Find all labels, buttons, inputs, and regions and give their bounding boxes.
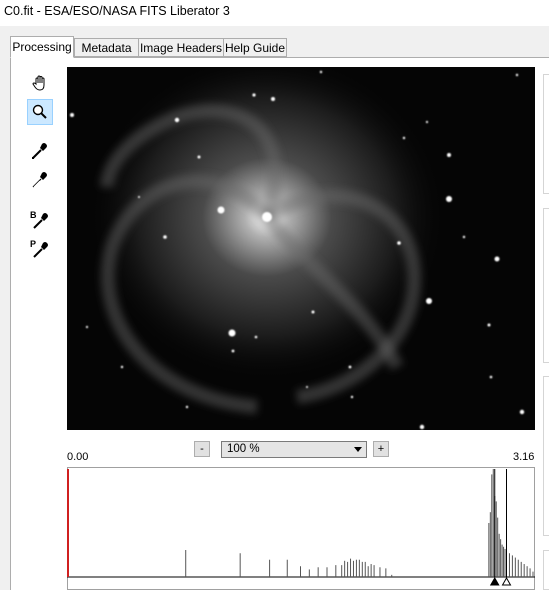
histogram-max-label: 3.16 (513, 451, 535, 463)
peak-picker-button[interactable]: P (27, 236, 53, 262)
eyedropper-light-button[interactable] (27, 167, 53, 193)
side-panel-edge (543, 376, 549, 536)
hand-tool-button[interactable] (27, 70, 53, 96)
zoom-in-button[interactable]: + (373, 441, 389, 457)
magnifier-icon (32, 104, 47, 119)
zoom-out-button[interactable]: - (194, 441, 210, 457)
tab-metadata[interactable]: Metadata (74, 38, 139, 57)
window-title: C0.fit - ESA/ESO/NASA FITS Liberator 3 (4, 4, 230, 18)
eyedropper-white-icon (32, 172, 47, 188)
side-panel-edge (543, 74, 549, 194)
tab-image-headers[interactable]: Image Headers (138, 38, 224, 57)
eyedropper-black-icon (32, 143, 47, 159)
histogram-chart[interactable] (67, 467, 535, 590)
tab-processing[interactable]: Processing (10, 36, 74, 58)
zoom-level-select[interactable]: 100 % (221, 441, 367, 458)
histogram-min-label: 0.00 (67, 451, 89, 463)
chevron-down-icon (354, 447, 362, 452)
zoom-tool-button[interactable] (27, 99, 53, 125)
hand-icon (32, 75, 45, 91)
title-bar: C0.fit - ESA/ESO/NASA FITS Liberator 3 (0, 0, 549, 26)
eyedropper-dark-button[interactable] (27, 138, 53, 164)
galaxy-image (67, 67, 535, 430)
peak-label: P (30, 239, 37, 249)
side-panel-edge (543, 208, 549, 363)
side-panel-edge (543, 550, 549, 590)
image-preview[interactable] (67, 67, 535, 430)
tab-help-guide[interactable]: Help Guide (223, 38, 287, 57)
black-point-label: B (30, 210, 37, 220)
zoom-level-value: 100 % (227, 443, 260, 455)
black-point-picker-button[interactable]: B (27, 207, 53, 233)
